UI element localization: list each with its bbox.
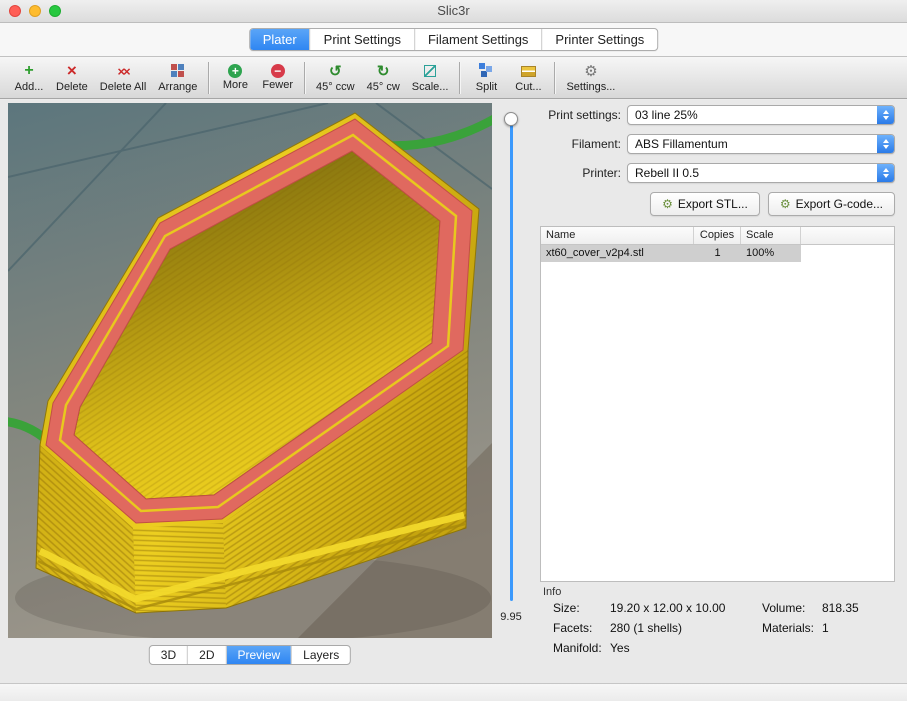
toolbar-separator (304, 62, 305, 94)
delete-button[interactable]: Delete (50, 61, 94, 95)
filament-select[interactable]: ABS Fillamentum (627, 134, 895, 154)
export-buttons: Export STL... Export G-code... (540, 192, 895, 216)
add-button[interactable]: Add... (8, 61, 50, 95)
info-materials-value: 1 (822, 618, 829, 638)
select-stepper-icon (877, 135, 894, 153)
info-manifold-value: Yes (610, 638, 630, 658)
tab-plater[interactable]: Plater (250, 29, 310, 50)
more-button[interactable]: More (214, 62, 256, 93)
fewer-icon (271, 64, 285, 78)
rotate-cw-icon (377, 63, 390, 80)
info-volume-value: 818.35 (822, 598, 859, 618)
select-stepper-icon (877, 164, 894, 182)
arrange-button[interactable]: Arrange (152, 61, 203, 95)
cell-copies: 1 (694, 245, 741, 262)
table-row[interactable]: xt60_cover_v2p4.stl 1 100% (541, 245, 801, 262)
select-stepper-icon (877, 106, 894, 124)
scale-button[interactable]: Scale... (406, 61, 455, 95)
cell-name: xt60_cover_v2p4.stl (541, 245, 694, 262)
cut-button[interactable]: Cut... (507, 61, 549, 95)
column-header-filler (801, 227, 894, 244)
view-tab-layers[interactable]: Layers (291, 646, 350, 664)
view-tab-preview[interactable]: Preview (225, 646, 291, 664)
3d-viewport[interactable] (8, 103, 492, 638)
tab-filament-settings[interactable]: Filament Settings (414, 29, 541, 50)
print-settings-label: Print settings: (540, 108, 627, 122)
toolbar: Add... Delete Delete All Arrange More Fe… (0, 56, 907, 99)
column-header-scale: Scale (741, 227, 801, 244)
info-panel: Size: 19.20 x 12.00 x 10.00 Volume: 818.… (540, 598, 895, 668)
info-size-label: Size: (553, 598, 580, 618)
delete-icon (67, 63, 77, 80)
print-settings-row: Print settings: 03 line 25% (540, 105, 895, 125)
column-header-copies: Copies (694, 227, 741, 244)
slic3r-window: Slic3r Plater Print Settings Filament Se… (0, 0, 907, 701)
main-tabs: Plater Print Settings Filament Settings … (249, 28, 659, 51)
add-icon (24, 63, 33, 80)
split-button[interactable]: Split (465, 61, 507, 95)
info-volume-label: Volume: (762, 598, 805, 618)
layer-slider: 9.95 (498, 103, 524, 638)
toolbar-separator (208, 62, 209, 94)
toolbar-separator (554, 62, 555, 94)
window-title: Slic3r (0, 3, 907, 18)
cut-icon (521, 63, 536, 80)
filament-label: Filament: (540, 137, 627, 151)
scale-icon (424, 63, 436, 80)
more-icon (228, 64, 242, 78)
printer-row: Printer: Rebell II 0.5 (540, 163, 895, 183)
split-icon (483, 63, 489, 80)
filament-row: Filament: ABS Fillamentum (540, 134, 895, 154)
rotate-cw-button[interactable]: 45° cw (361, 61, 406, 95)
view-tab-3d[interactable]: 3D (150, 646, 187, 664)
info-facets-label: Facets: (553, 618, 592, 638)
export-stl-button[interactable]: Export STL... (650, 192, 760, 216)
delete-all-button[interactable]: Delete All (94, 61, 152, 95)
column-header-name: Name (541, 227, 694, 244)
export-stl-icon (662, 197, 673, 211)
view-tab-2d[interactable]: 2D (187, 646, 225, 664)
layer-slider-track[interactable] (510, 113, 513, 601)
info-materials-label: Materials: (762, 618, 814, 638)
print-settings-select[interactable]: 03 line 25% (627, 105, 895, 125)
info-size-value: 19.20 x 12.00 x 10.00 (610, 598, 725, 618)
printer-select[interactable]: Rebell II 0.5 (627, 163, 895, 183)
settings-icon (584, 63, 597, 80)
info-facets-value: 280 (1 shells) (610, 618, 682, 638)
tab-printer-settings[interactable]: Printer Settings (541, 29, 657, 50)
fewer-button[interactable]: Fewer (256, 62, 299, 93)
delete-all-icon (117, 63, 128, 80)
layer-slider-thumb[interactable] (504, 112, 518, 126)
export-gcode-button[interactable]: Export G-code... (768, 192, 895, 216)
rotate-ccw-button[interactable]: 45° ccw (310, 61, 361, 95)
toolbar-separator (459, 62, 460, 94)
main-content: 9.95 3D 2D Preview Layers Print settings… (0, 100, 907, 684)
cell-scale: 100% (741, 245, 801, 262)
info-section-title: Info (543, 586, 561, 598)
titlebar: Slic3r (0, 0, 907, 23)
view-mode-tabs: 3D 2D Preview Layers (149, 645, 351, 665)
arrange-icon (175, 63, 181, 80)
preview-canvas (8, 103, 492, 638)
objects-table-header: Name Copies Scale (541, 227, 894, 245)
export-gcode-icon (780, 197, 791, 211)
tab-strip: Plater Print Settings Filament Settings … (0, 23, 907, 56)
tab-print-settings[interactable]: Print Settings (310, 29, 414, 50)
rotate-ccw-icon (329, 63, 342, 80)
objects-table: Name Copies Scale xt60_cover_v2p4.stl 1 … (540, 226, 895, 582)
info-manifold-label: Manifold: (553, 638, 602, 658)
layer-slider-value: 9.95 (492, 611, 530, 623)
settings-button[interactable]: Settings... (560, 61, 621, 95)
status-bar (0, 683, 907, 701)
printer-label: Printer: (540, 166, 627, 180)
